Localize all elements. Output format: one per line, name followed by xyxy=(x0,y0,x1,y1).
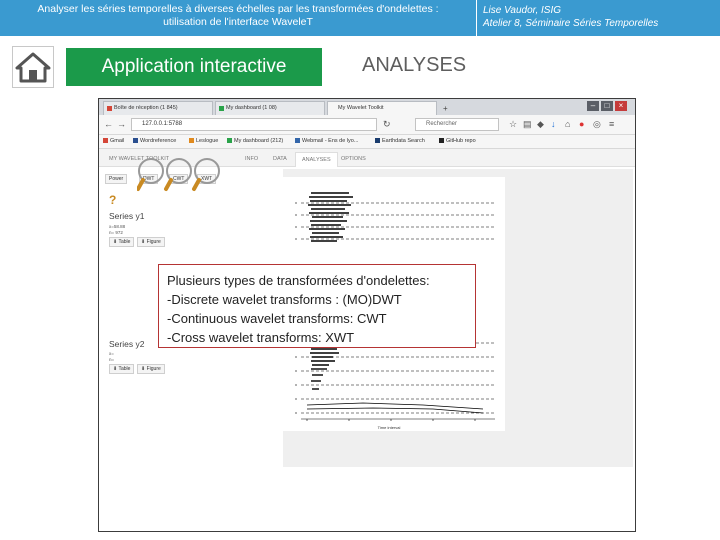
magnifier-icon-dwt xyxy=(137,158,164,191)
bottom-band-line xyxy=(306,407,484,414)
dashboard-icon xyxy=(219,106,224,111)
plot-x-axis xyxy=(301,418,495,421)
wordreference-icon xyxy=(133,138,138,143)
button-label: Figure xyxy=(146,366,161,372)
button-label: Table xyxy=(118,366,131,372)
app-tab-options[interactable]: OPTIONS xyxy=(335,152,372,166)
bookmark-label: Leslogue xyxy=(196,138,219,144)
url-field[interactable]: 127.0.0.1:5788 xyxy=(131,118,377,131)
bookmark-dashboard[interactable]: My dashboard (212) xyxy=(227,135,283,148)
bookmark-label: Gmail xyxy=(110,138,125,144)
browser-tab-3[interactable]: My Wavelet Toolkit xyxy=(327,101,437,115)
bookmark-webmail[interactable]: Webmail - Ens de lyo... xyxy=(295,135,358,148)
bookmark-label: GitHub repo xyxy=(446,138,476,144)
url-text: 127.0.0.1:5788 xyxy=(142,121,183,127)
callout-line-3: -Continuous wavelet transforms: CWT xyxy=(167,311,387,326)
star-icon[interactable]: ☆ xyxy=(509,119,517,130)
slide-author: Lise Vaudor, ISIG Atelier 8, Séminaire S… xyxy=(483,4,658,30)
menu-icon[interactable]: ≡ xyxy=(609,119,614,129)
author-line-1: Lise Vaudor, ISIG xyxy=(483,5,562,16)
browser-tab-2[interactable]: My dashboard (1 08) xyxy=(215,101,325,115)
share-icon[interactable]: ◎ xyxy=(593,119,601,130)
series-y1-figure-button[interactable]: ⬇ Figure xyxy=(137,237,165,247)
home-nav-icon[interactable]: ⌂ xyxy=(565,119,570,129)
github-icon xyxy=(439,138,444,143)
series-y2-table-button[interactable]: ⬇ Table xyxy=(109,364,135,374)
webmail-icon xyxy=(295,138,300,143)
button-label: Table xyxy=(118,239,131,245)
magnifier-icon-cwt xyxy=(164,158,192,191)
close-icon[interactable]: × xyxy=(615,101,627,111)
section-label: ANALYSES xyxy=(362,54,467,76)
callout-line-2: -Discrete wavelet transforms : (MO)DWT xyxy=(167,292,402,307)
author-line-2: Atelier 8, Séminaire Séries Temporelles xyxy=(483,18,659,29)
browser-tab-1[interactable]: Boîte de réception (1 845) xyxy=(103,101,213,115)
series-y2-title: Series y2 xyxy=(109,339,145,349)
bookmark-gmail[interactable]: Gmail xyxy=(103,135,124,148)
extension-icon[interactable]: ● xyxy=(579,119,584,129)
series-y1-title: Series y1 xyxy=(109,211,145,221)
back-icon[interactable]: ← xyxy=(104,119,113,129)
maximize-icon[interactable]: □ xyxy=(601,101,613,111)
help-icon[interactable]: ? xyxy=(109,193,116,207)
search-placeholder: Rechercher xyxy=(426,121,458,127)
magnifier-icon-xwt xyxy=(192,158,220,191)
bookmark-leslogue[interactable]: Leslogue xyxy=(189,135,218,148)
plot-x-label: Time interval xyxy=(378,425,401,430)
browser-tab-bar: Boîte de réception (1 845) My dashboard … xyxy=(99,99,635,115)
browser-tab-2-label: My dashboard (1 08) xyxy=(226,105,277,111)
bookmark-label: My dashboard (212) xyxy=(234,138,284,144)
slide-header: Analyser les séries temporelles à divers… xyxy=(0,0,720,36)
gmail-bookmark-icon xyxy=(103,138,108,143)
home-icon xyxy=(15,52,51,83)
bookmark-earthdata[interactable]: Earthdata Search xyxy=(375,135,425,148)
power-button[interactable]: Power xyxy=(105,174,128,184)
button-label: Figure xyxy=(146,239,161,245)
forward-icon[interactable]: → xyxy=(117,119,126,129)
leslogue-icon xyxy=(189,138,194,143)
header-divider xyxy=(476,0,477,36)
slide-title-line-2: utilisation de l'interface WaveleT xyxy=(163,16,313,28)
new-tab-icon[interactable]: + xyxy=(443,104,448,113)
earthdata-icon xyxy=(375,138,380,143)
search-field[interactable]: Rechercher xyxy=(415,118,499,131)
app-tab-data[interactable]: DATA xyxy=(267,152,293,166)
gmail-icon xyxy=(107,106,112,111)
plot-top-ticks xyxy=(295,202,297,240)
bookmark-label: Wordreference xyxy=(140,138,177,144)
browser-tab-3-label: My Wavelet Toolkit xyxy=(338,105,384,111)
app-sidebar: Power DWT CWT XWT ? Series y1 x=58.88 n=… xyxy=(101,158,279,531)
bookmark-label: Webmail - Ens de lyo... xyxy=(302,138,359,144)
callout-box: Plusieurs types de transformées d'ondele… xyxy=(158,264,476,348)
slide-title: Analyser les séries temporelles à divers… xyxy=(0,3,476,29)
browser-nav-bar: ← → 127.0.0.1:5788 ↻ Rechercher ☆ ▤ ◆ ↓ … xyxy=(99,115,635,135)
lock-icon[interactable]: ◆ xyxy=(537,119,544,130)
clipboard-icon[interactable]: ▤ xyxy=(523,119,532,130)
download-icon[interactable]: ↓ xyxy=(551,119,556,129)
dashboard-bookmark-icon xyxy=(227,138,232,143)
coefficient-blob-top xyxy=(308,192,353,242)
bookmark-github[interactable]: GitHub repo xyxy=(439,135,476,148)
plot-bottom-ticks xyxy=(295,342,297,414)
series-y2-figure-button[interactable]: ⬇ Figure xyxy=(137,364,165,374)
series-y1-stat2: n= 972 xyxy=(109,230,123,235)
series-y1-table-button[interactable]: ⬇ Table xyxy=(109,237,135,247)
app-tab-info[interactable]: INFO xyxy=(239,152,264,166)
app-tab-analyses[interactable]: ANALYSES xyxy=(295,152,338,167)
callout-line-4: -Cross wavelet transforms: XWT xyxy=(167,330,355,345)
home-button[interactable] xyxy=(12,46,54,88)
bookmarks-bar: Gmail Wordreference Leslogue My dashboar… xyxy=(99,135,635,149)
bookmark-wordreference[interactable]: Wordreference xyxy=(133,135,176,148)
magnifier-icons xyxy=(137,158,220,191)
reload-icon[interactable]: ↻ xyxy=(383,119,391,130)
callout-line-1: Plusieurs types de transformées d'ondele… xyxy=(167,273,430,288)
minimize-icon[interactable]: – xyxy=(587,101,599,111)
interactive-app-button[interactable]: Application interactive xyxy=(66,48,322,86)
browser-tab-1-label: Boîte de réception (1 845) xyxy=(114,105,178,111)
series-y2-stat2: n= xyxy=(109,357,115,362)
slide-title-line-1: Analyser les séries temporelles à divers… xyxy=(37,3,439,15)
bookmark-label: Earthdata Search xyxy=(382,138,425,144)
